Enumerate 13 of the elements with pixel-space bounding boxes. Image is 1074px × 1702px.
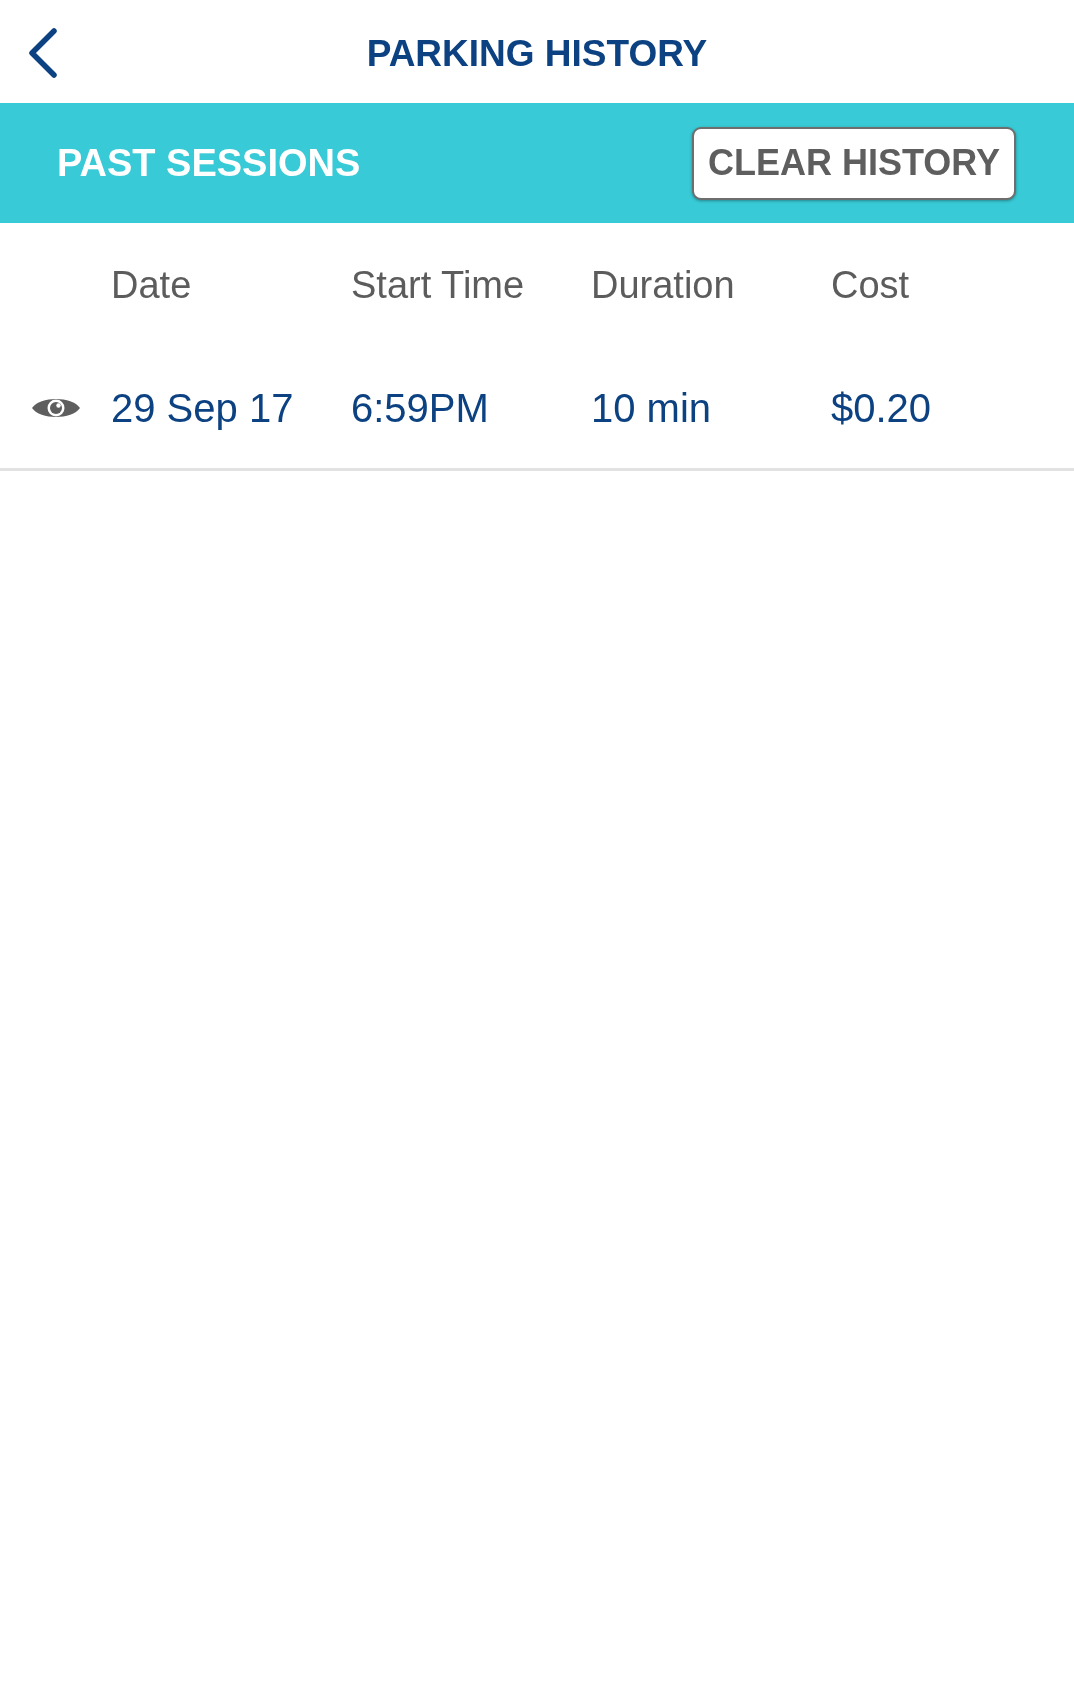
table-cell-text: 10 min xyxy=(591,385,713,431)
column-header: Duration xyxy=(591,264,736,307)
section-title: PAST SESSIONS xyxy=(57,141,361,185)
table-cell-text: 6:59PM xyxy=(351,385,490,431)
column-header: Cost xyxy=(831,264,911,307)
column-header: Date xyxy=(111,264,193,307)
table-cell-text: 29 Sep 17 xyxy=(111,385,295,431)
screen-title: PARKING HISTORY xyxy=(366,32,708,75)
session-row[interactable]: 29 Sep 17 6:59PM 10 min $0.20 xyxy=(0,348,1074,471)
chevron-left-icon xyxy=(26,27,60,79)
column-header: Start Time xyxy=(351,264,526,307)
table-cell-text: $0.20 xyxy=(831,385,933,431)
clear-history-button[interactable]: CLEAR HISTORY xyxy=(691,126,1016,200)
